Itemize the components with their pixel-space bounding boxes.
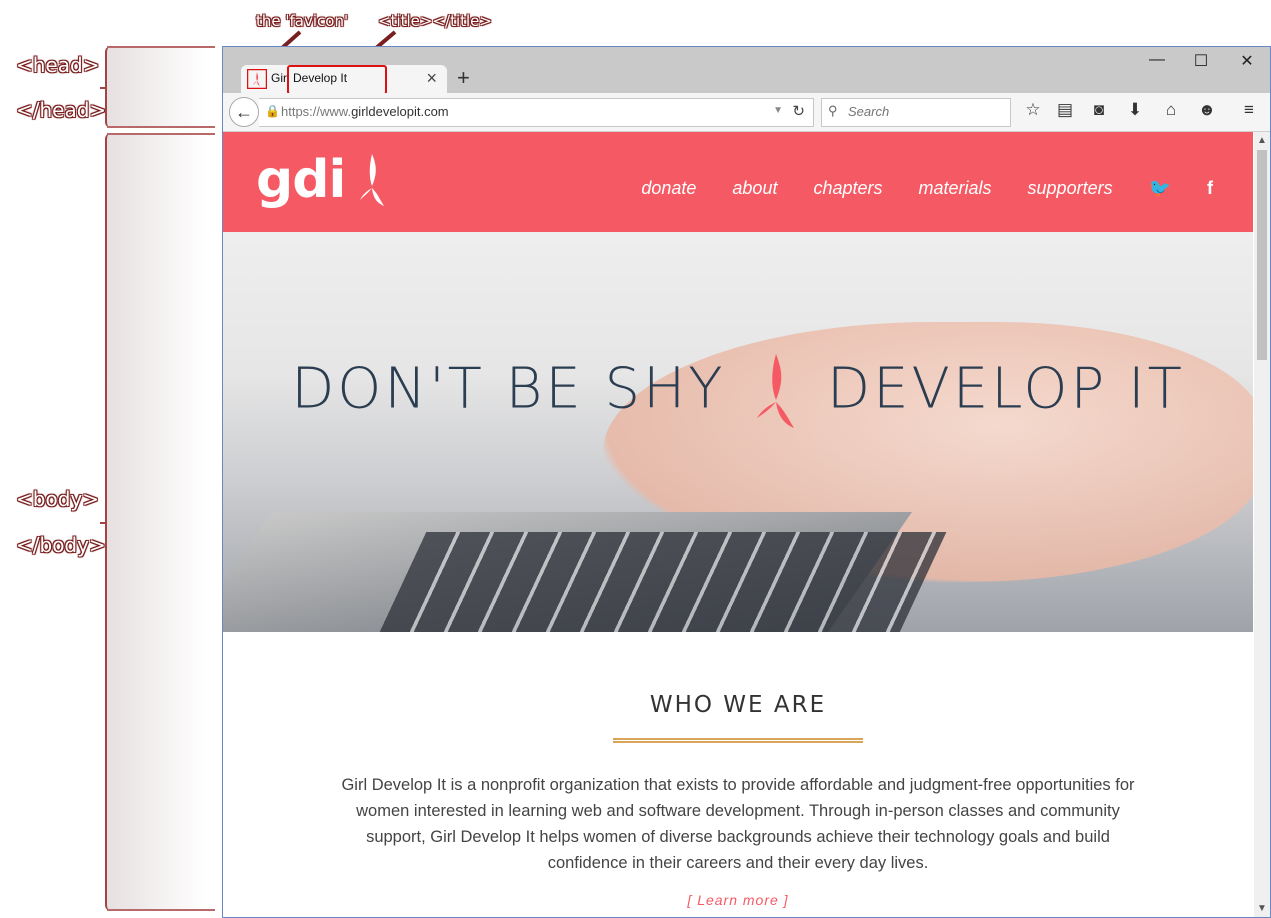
- smiley-icon[interactable]: ☻: [1193, 100, 1221, 120]
- scrollbar-thumb[interactable]: [1257, 150, 1267, 360]
- title-highlight: [287, 65, 387, 95]
- nav-materials[interactable]: materials: [919, 178, 992, 199]
- titlebar: Girl Develop It × + — ☐ ✕: [223, 47, 1270, 95]
- body-open-annotation: <body>: [16, 487, 99, 511]
- twitter-icon[interactable]: 🐦: [1149, 178, 1171, 199]
- head-brace: [100, 46, 217, 128]
- logo-drop-icon: [360, 154, 384, 206]
- learn-more-link[interactable]: [ Learn more ]: [223, 892, 1253, 908]
- close-tab-icon[interactable]: ×: [426, 68, 437, 89]
- pocket-icon[interactable]: ◙: [1085, 100, 1113, 120]
- site-nav: donate about chapters materials supporte…: [641, 178, 1213, 199]
- hero-title: DON'T BE SHY DEVELOP IT: [223, 352, 1253, 432]
- facebook-icon[interactable]: f: [1207, 178, 1213, 199]
- head-open-annotation: <head>: [16, 53, 100, 77]
- browser-window: Girl Develop It × + — ☐ ✕ ← 🔒 https://ww…: [222, 46, 1271, 918]
- scroll-up-icon[interactable]: ▲: [1254, 135, 1270, 146]
- section-divider: [613, 738, 863, 743]
- menu-icon[interactable]: ≡: [1235, 100, 1263, 120]
- bookmark-star-icon[interactable]: ☆: [1019, 100, 1047, 120]
- search-input[interactable]: [846, 103, 1000, 120]
- browser-tab[interactable]: Girl Develop It ×: [241, 65, 447, 95]
- hero-title-left: DON'T BE SHY: [291, 356, 726, 422]
- nav-about[interactable]: about: [732, 178, 777, 199]
- hero-banner: DON'T BE SHY DEVELOP IT: [223, 232, 1253, 632]
- body-close-annotation: </body>: [16, 533, 106, 557]
- favicon-icon: [247, 69, 267, 89]
- search-icon: ⚲: [828, 103, 838, 118]
- page-scrollbar[interactable]: ▲ ▼: [1254, 132, 1270, 917]
- hero-drop-icon: [757, 354, 795, 428]
- reload-icon[interactable]: ↻: [792, 102, 805, 120]
- reading-list-icon[interactable]: ▤: [1051, 100, 1079, 120]
- lock-icon: 🔒: [265, 104, 280, 118]
- minimize-icon[interactable]: —: [1135, 51, 1179, 69]
- new-tab-icon[interactable]: +: [457, 65, 470, 91]
- search-bar[interactable]: ⚲: [821, 98, 1011, 127]
- navigation-toolbar: ← 🔒 https://www.girldevelopit.com ▼ ↻ ⚲ …: [223, 93, 1270, 132]
- body-brace: [100, 133, 217, 911]
- keyboard-image: [379, 532, 947, 632]
- close-window-icon[interactable]: ✕: [1225, 51, 1269, 71]
- hero-title-right: DEVELOP IT: [827, 356, 1185, 422]
- nav-donate[interactable]: donate: [641, 178, 696, 199]
- head-close-annotation: </head>: [16, 98, 107, 122]
- address-bar[interactable]: 🔒 https://www.girldevelopit.com ▼ ↻: [259, 98, 814, 127]
- maximize-icon[interactable]: ☐: [1179, 51, 1223, 71]
- who-we-are-section: WHO WE ARE Girl Develop It is a nonprofi…: [223, 632, 1253, 917]
- nav-chapters[interactable]: chapters: [813, 178, 882, 199]
- url-text: https://www.girldevelopit.com: [281, 104, 449, 119]
- home-icon[interactable]: ⌂: [1157, 100, 1185, 120]
- site-logo[interactable]: gdi: [256, 150, 346, 210]
- section-description: Girl Develop It is a nonprofit organizat…: [341, 776, 1135, 872]
- back-icon[interactable]: ←: [229, 97, 259, 127]
- webpage: gdi donate about chapters materials supp…: [223, 132, 1253, 917]
- dropdown-icon[interactable]: ▼: [773, 105, 783, 116]
- site-header: gdi donate about chapters materials supp…: [223, 132, 1253, 232]
- scroll-down-icon[interactable]: ▼: [1254, 903, 1270, 914]
- download-icon[interactable]: ⬇: [1121, 100, 1149, 120]
- section-title: WHO WE ARE: [649, 692, 827, 718]
- nav-supporters[interactable]: supporters: [1028, 178, 1113, 199]
